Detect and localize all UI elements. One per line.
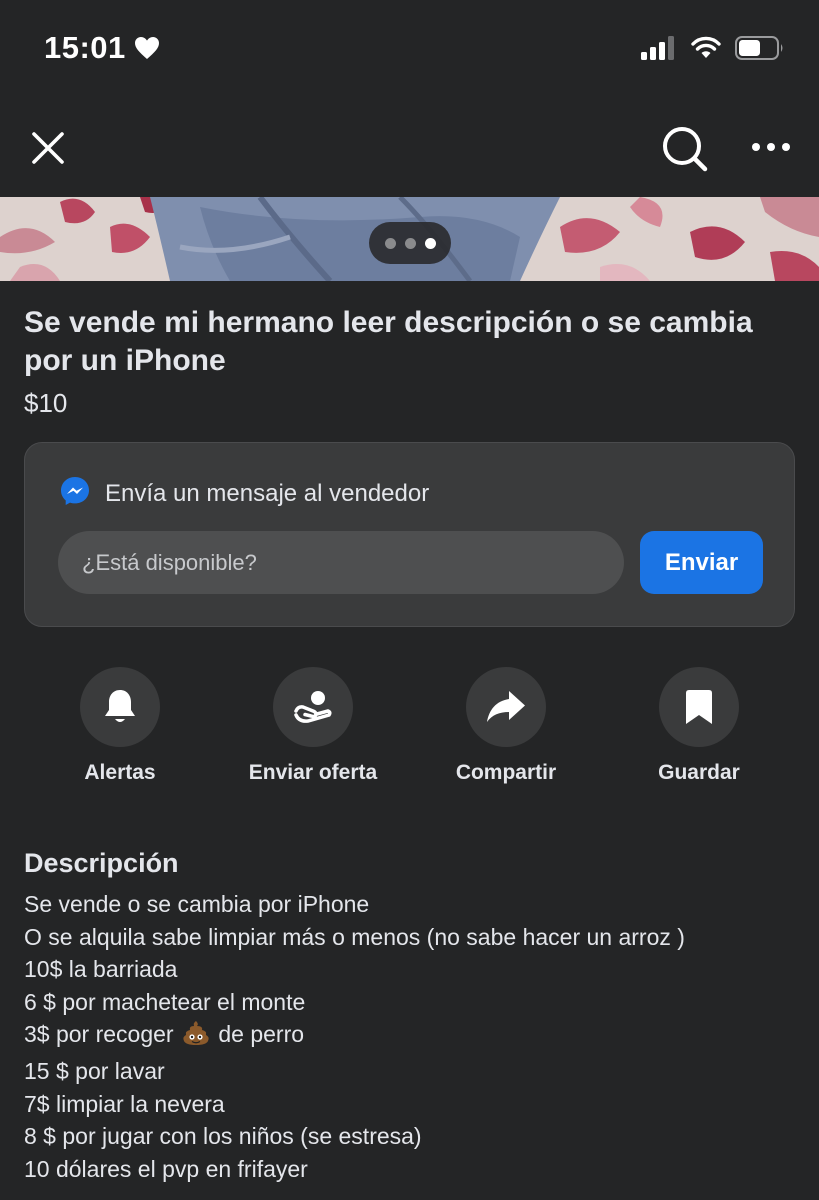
status-bar: 15:01 (0, 0, 819, 100)
send-offer-label: Enviar oferta (248, 761, 378, 784)
marketplace-listing-screen: 15:01 Se vende mi hermano leer descripci… (0, 0, 819, 1200)
search-button[interactable] (660, 124, 710, 174)
listing-price: $10 (24, 388, 68, 418)
share-arrow-icon (487, 691, 525, 722)
send-offer-action[interactable]: Enviar oferta (218, 667, 408, 785)
messenger-icon (59, 475, 91, 512)
offer-hand-icon (294, 691, 332, 723)
description-line: 3$ por recoger de perro (24, 1018, 804, 1055)
more-options-button[interactable] (748, 132, 794, 162)
photo-pager (369, 222, 451, 264)
message-card-header: Envía un mensaje al vendedor (59, 475, 429, 512)
description-line-part: de perro (211, 1021, 305, 1048)
description-line: O se alquila sabe limpiar más o menos (n… (24, 923, 685, 950)
send-offer-button[interactable] (273, 667, 353, 747)
pager-dot (384, 237, 396, 249)
bell-icon (105, 690, 135, 722)
share-label: Compartir (455, 761, 557, 784)
message-card-title: Envía un mensaje al vendedor (105, 479, 430, 507)
description-text: Se vende o se cambia por iPhone O se alq… (24, 888, 804, 1185)
status-time-wrap: 15:01 (44, 30, 160, 66)
top-nav-bar (0, 110, 819, 190)
poop-emoji-icon (182, 1020, 210, 1055)
battery-icon (735, 36, 785, 65)
description-heading: Descripción (24, 848, 179, 878)
description-line-part: 3$ por recoger (24, 1021, 180, 1048)
close-icon (32, 132, 64, 164)
listing-title: Se vende mi hermano leer descripción o s… (24, 306, 753, 377)
description-line: 8 $ por jugar con los niños (se estresa) (24, 1123, 422, 1150)
description-line: Se vende o se cambia por iPhone (24, 891, 370, 917)
message-input[interactable]: ¿Está disponible? (58, 531, 624, 594)
heart-icon (134, 36, 160, 60)
description-line: 15 $ por lavar (24, 1057, 165, 1084)
save-button[interactable] (659, 667, 739, 747)
alerts-button[interactable] (80, 667, 160, 747)
wifi-icon (691, 36, 721, 65)
pager-dot (404, 237, 416, 249)
save-action[interactable]: Guardar (604, 667, 794, 785)
cellular-signal-icon (641, 36, 677, 65)
close-button[interactable] (26, 126, 70, 170)
share-action[interactable]: Compartir (411, 667, 601, 785)
description-line: 10$ la barriada (24, 956, 178, 983)
description-line: 6 $ por machetear el monte (24, 988, 306, 1015)
send-button[interactable]: Enviar (640, 531, 763, 594)
status-indicators (641, 36, 785, 65)
alerts-action[interactable]: Alertas (25, 667, 215, 785)
more-dots-icon (752, 143, 790, 151)
save-label: Guardar (658, 761, 740, 784)
description-line: 7$ limpiar la nevera (24, 1090, 225, 1117)
message-seller-card: Envía un mensaje al vendedor ¿Está dispo… (24, 442, 795, 627)
description-line: 10 dólares el pvp en frifayer (24, 1155, 308, 1182)
search-icon (663, 127, 708, 172)
share-button[interactable] (466, 667, 546, 747)
bookmark-icon (686, 690, 712, 724)
action-buttons-row: Alertas Enviar oferta Compartir Guardar (0, 667, 819, 797)
status-time: 15:01 (44, 30, 126, 65)
pager-dot-active (424, 237, 436, 249)
alerts-label: Alertas (84, 761, 156, 784)
